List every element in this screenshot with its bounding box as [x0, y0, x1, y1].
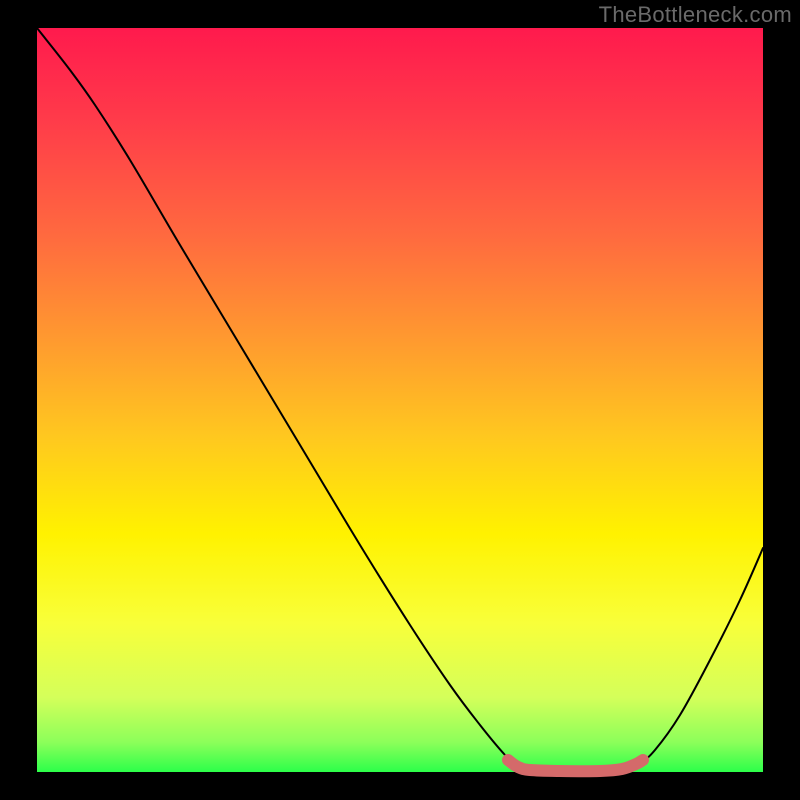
- plot-gradient-background: [37, 28, 763, 772]
- watermark-text: TheBottleneck.com: [599, 2, 792, 28]
- bottleneck-chart: [0, 0, 800, 800]
- chart-container: TheBottleneck.com: [0, 0, 800, 800]
